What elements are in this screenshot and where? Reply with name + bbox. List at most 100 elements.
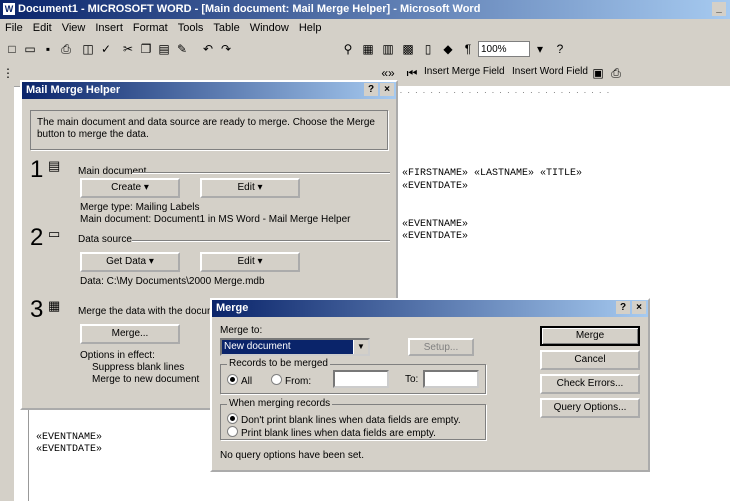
step-2-divider bbox=[132, 240, 390, 241]
merge-help-question-icon[interactable]: ? bbox=[616, 301, 630, 314]
merge-button[interactable]: Merge bbox=[540, 326, 640, 346]
menu-help[interactable]: Help bbox=[294, 19, 327, 38]
blank-lines-group-label: When merging records bbox=[227, 398, 333, 409]
view-merged-data-icon[interactable]: «» bbox=[380, 65, 396, 81]
format-painter-icon[interactable]: ✎ bbox=[174, 41, 190, 57]
insert-merge-field-label[interactable]: Insert Merge Field bbox=[424, 66, 505, 77]
help-question-icon[interactable]: ? bbox=[364, 83, 378, 96]
excel-sheet-icon[interactable]: ▩ bbox=[400, 41, 416, 57]
spell-check-icon[interactable]: ✓ bbox=[98, 41, 114, 57]
radio-from-option[interactable]: From: bbox=[271, 374, 311, 387]
menu-edit[interactable]: Edit bbox=[28, 19, 57, 38]
step-2-number: 2 bbox=[30, 224, 44, 251]
print-blank-option[interactable]: Print blank lines when data fields are e… bbox=[227, 426, 436, 439]
setup-button[interactable]: Setup... bbox=[408, 338, 474, 356]
redo-icon[interactable]: ↷ bbox=[218, 41, 234, 57]
paste-icon[interactable]: ▤ bbox=[156, 41, 172, 57]
radio-all-option[interactable]: All bbox=[227, 374, 252, 387]
intro-text: The main document and data source are re… bbox=[37, 117, 375, 140]
close-icon[interactable]: × bbox=[380, 83, 394, 96]
toolbar-grip-icon: ⋮ bbox=[2, 66, 14, 80]
main-document-icon: ▤ bbox=[48, 158, 61, 173]
merge-to-dropdown-icon[interactable]: ▼ bbox=[353, 340, 368, 354]
menu-bar: File Edit View Insert Format Tools Table Window… bbox=[0, 19, 730, 38]
standard-toolbar: □ ▭ ▪ ⎙ ◫ ✓ ✂ ❐ ▤ ✎ ↶ ↷ ⚲ ▦ ▥ ▩ ▯ ◆ ¶ 10… bbox=[0, 38, 730, 63]
zoom-dropdown-icon[interactable]: ▾ bbox=[532, 41, 548, 57]
drawing-icon[interactable]: ◆ bbox=[440, 41, 456, 57]
edit-main-doc-button[interactable]: Edit ▾ bbox=[200, 178, 300, 198]
merge-dialog-title: Merge bbox=[216, 302, 249, 314]
menu-window[interactable]: Window bbox=[245, 19, 294, 38]
open-folder-icon[interactable]: ▭ bbox=[22, 41, 38, 57]
merge-title-bar: Merge ? × bbox=[212, 300, 648, 317]
radio-from-icon[interactable] bbox=[271, 374, 282, 385]
edit-data-button[interactable]: Edit ▾ bbox=[200, 252, 300, 272]
check-errors-button[interactable]: Check Errors... bbox=[540, 374, 640, 394]
menu-format[interactable]: Format bbox=[128, 19, 173, 38]
print-icon[interactable]: ⎙ bbox=[58, 41, 74, 57]
merge-close-icon[interactable]: × bbox=[632, 301, 646, 314]
merge-to-doc-icon[interactable]: ▣ bbox=[590, 65, 606, 81]
main-doc-info: Main document: Document1 in MS Word - Ma… bbox=[80, 214, 351, 225]
merge-to-value: New document bbox=[224, 341, 291, 352]
radio-all-icon[interactable] bbox=[227, 374, 238, 385]
step-1-divider bbox=[132, 172, 390, 173]
query-options-button[interactable]: Query Options... bbox=[540, 398, 640, 418]
horizontal-ruler: ····························· bbox=[392, 86, 730, 101]
merge-helper-merge-button[interactable]: Merge... bbox=[80, 324, 180, 344]
dont-print-blank-radio-icon[interactable] bbox=[227, 413, 238, 424]
print-blank-radio-icon[interactable] bbox=[227, 426, 238, 437]
merge-icon: ▦ bbox=[48, 298, 61, 313]
menu-file[interactable]: File bbox=[0, 19, 28, 38]
doc-line-1: «FIRSTNAME» «LASTNAME» «TITLE» bbox=[402, 168, 583, 179]
insert-word-field-label[interactable]: Insert Word Field bbox=[512, 66, 588, 77]
save-icon[interactable]: ▪ bbox=[40, 41, 56, 57]
copy-icon[interactable]: ❐ bbox=[138, 41, 154, 57]
tables-borders-icon[interactable]: ▦ bbox=[360, 41, 376, 57]
window-title: Document1 - MICROSOFT WORD - [Main docum… bbox=[18, 3, 481, 15]
suppress-blank-lines-info: Suppress blank lines bbox=[92, 362, 185, 373]
intro-frame: The main document and data source are re… bbox=[30, 110, 388, 150]
menu-table[interactable]: Table bbox=[208, 19, 244, 38]
menu-insert[interactable]: Insert bbox=[90, 19, 128, 38]
options-in-effect-label: Options in effect: bbox=[80, 350, 155, 361]
to-record-field[interactable] bbox=[423, 370, 479, 388]
zoom-field[interactable]: 100% bbox=[478, 41, 530, 57]
blank-lines-group: When merging records Don't print blank l… bbox=[220, 398, 486, 440]
show-hide-icon[interactable]: ¶ bbox=[460, 41, 476, 57]
word-app-icon: W bbox=[3, 3, 15, 15]
merge-to-label: Merge to: bbox=[220, 325, 263, 336]
doc-line-2: «EVENTDATE» bbox=[402, 181, 469, 192]
window-controls[interactable]: _ × bbox=[712, 2, 726, 28]
records-group: Records to be merged All From: To: bbox=[220, 358, 486, 394]
create-main-doc-button[interactable]: Create ▾ bbox=[80, 178, 180, 198]
merge-to-printer-icon[interactable]: ⎙ bbox=[608, 65, 624, 81]
preview-icon[interactable]: ◫ bbox=[80, 41, 96, 57]
menu-view[interactable]: View bbox=[57, 19, 91, 38]
help-icon[interactable]: ? bbox=[552, 41, 568, 57]
cancel-button[interactable]: Cancel bbox=[540, 350, 640, 370]
to-label: To: bbox=[405, 374, 419, 385]
step-1-number: 1 bbox=[30, 156, 44, 183]
first-record-icon[interactable]: ⏮ bbox=[404, 65, 420, 81]
new-document-icon[interactable]: □ bbox=[4, 41, 20, 57]
hyperlink-icon[interactable]: ⚲ bbox=[340, 41, 356, 57]
doc-line-4: «EVENTDATE» bbox=[402, 231, 469, 242]
dont-print-blank-option[interactable]: Don't print blank lines when data fields… bbox=[227, 413, 461, 426]
merge-to-new-doc-info: Merge to new document bbox=[92, 374, 200, 385]
data-source-icon: ▭ bbox=[48, 226, 61, 241]
columns-icon[interactable]: ▯ bbox=[420, 41, 436, 57]
from-record-field[interactable] bbox=[333, 370, 389, 388]
menu-tools[interactable]: Tools bbox=[173, 19, 209, 38]
mail-merge-helper-title: Mail Merge Helper bbox=[26, 84, 121, 96]
undo-icon[interactable]: ↶ bbox=[200, 41, 216, 57]
merge-type-info: Merge type: Mailing Labels bbox=[80, 202, 200, 213]
query-status-text: No query options have been set. bbox=[220, 450, 364, 461]
insert-table-icon[interactable]: ▥ bbox=[380, 41, 396, 57]
merge-to-select[interactable]: New document ▼ bbox=[220, 338, 370, 356]
word-title-bar: W Document1 - MICROSOFT WORD - [Main doc… bbox=[0, 0, 730, 28]
step-3-number: 3 bbox=[30, 296, 44, 323]
get-data-button[interactable]: Get Data ▾ bbox=[80, 252, 180, 272]
cut-icon[interactable]: ✂ bbox=[120, 41, 136, 57]
data-source-info: Data: C:\My Documents\2000 Merge.mdb bbox=[80, 276, 265, 287]
